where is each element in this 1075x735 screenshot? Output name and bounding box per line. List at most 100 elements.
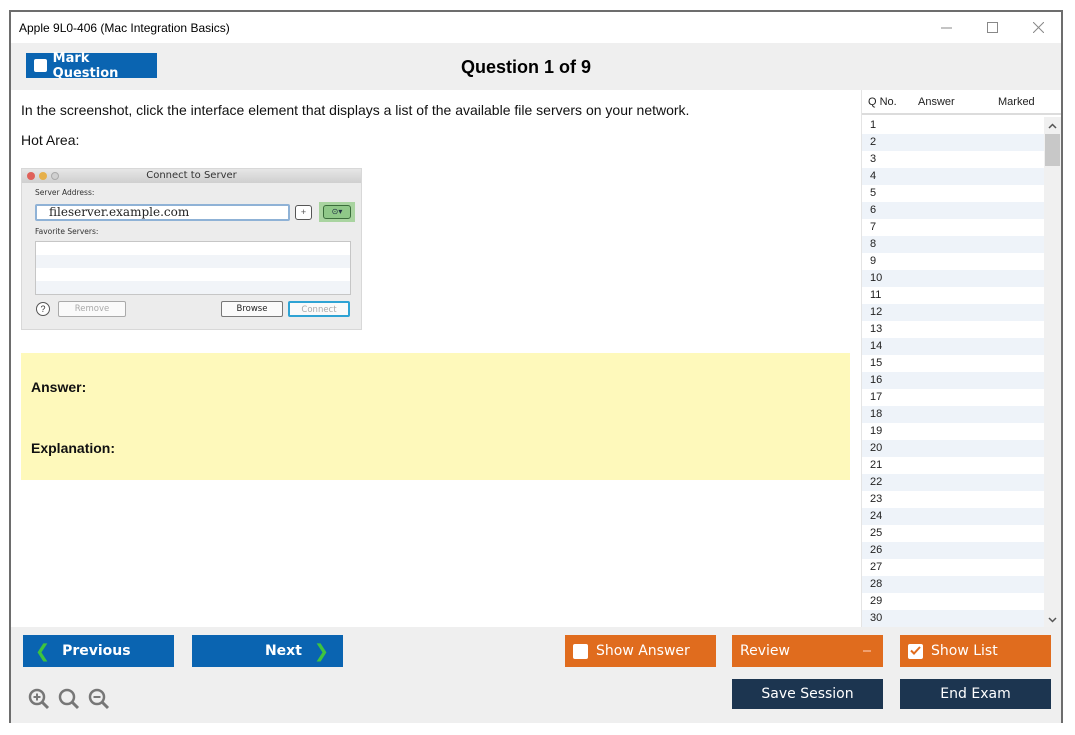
previous-button[interactable]: ❮ Previous [23,635,174,667]
question-list-row[interactable]: 5 [862,185,1045,202]
next-label: Next [264,643,302,659]
question-list-row[interactable]: 30 [862,610,1045,627]
question-list-row[interactable]: 14 [862,338,1045,355]
show-list-button[interactable]: Show List [900,635,1051,667]
dialog-title: Connect to Server [146,170,237,181]
chevron-up-icon [1048,116,1057,134]
bottom-toolbar: ❮ Previous Next ❯ Show Answer Review Sho… [11,627,1061,723]
close-light-icon [27,172,35,180]
question-list-panel: Q No. Answer Marked 1 2 3 4 5 6 7 8 9 10 11 12 13 14 1… [861,90,1061,627]
title-bar: Apple 9L0-406 (Mac Integration Basics) [11,12,1061,43]
zoom-reset-icon[interactable] [57,687,81,716]
show-answer-checkbox[interactable] [573,643,588,659]
zoom-out-icon[interactable] [87,687,111,716]
zoom-in-icon[interactable] [27,687,51,716]
dialog-titlebar: Connect to Server [22,169,361,183]
question-list-row[interactable]: 18 [862,406,1045,423]
question-list-row[interactable]: 23 [862,491,1045,508]
chevron-right-icon: ❯ [313,640,329,662]
next-button[interactable]: Next ❯ [192,635,343,667]
previous-label: Previous [62,643,131,659]
question-list-header: Q No. Answer Marked [862,90,1061,115]
question-list-scrollbar[interactable] [1044,117,1061,627]
question-list-row[interactable]: 11 [862,287,1045,304]
column-qno: Q No. [868,95,897,108]
question-list-row[interactable]: 26 [862,542,1045,559]
question-list-row[interactable]: 20 [862,440,1045,457]
favorite-servers-list[interactable] [35,241,351,295]
question-list-rows: 1 2 3 4 5 6 7 8 9 10 11 12 13 14 15 16 17 18 19 20 21 22 23 24 2… [862,117,1045,627]
question-list-row[interactable]: 12 [862,304,1045,321]
question-counter: Question 1 of 9 [460,57,592,77]
checkmark-icon [910,643,921,659]
show-answer-label: Show Answer [596,643,690,659]
question-list-row[interactable]: 22 [862,474,1045,491]
save-session-button[interactable]: Save Session [732,679,883,709]
question-list-row[interactable]: 19 [862,423,1045,440]
maximize-icon [986,22,998,33]
question-list-row[interactable]: 28 [862,576,1045,593]
question-list-row[interactable]: 21 [862,457,1045,474]
show-answer-button[interactable]: Show Answer [565,635,716,667]
zoom-controls [27,687,111,716]
question-list-row[interactable]: 16 [862,372,1045,389]
add-favorite-button[interactable]: + [295,205,312,220]
window-title: Apple 9L0-406 (Mac Integration Basics) [19,20,230,35]
dropdown-icon [863,650,871,652]
question-list-row[interactable]: 27 [862,559,1045,576]
connect-button[interactable]: Connect [288,301,350,317]
question-list-row[interactable]: 1 [862,117,1045,134]
scroll-thumb[interactable] [1045,134,1060,166]
server-address-label: Server Address: [35,188,95,197]
review-dropdown[interactable]: Review [732,635,883,667]
favorite-servers-label: Favorite Servers: [35,227,99,236]
minimize-light-icon [39,172,47,180]
hot-area-image: Connect to Server Server Address: filese… [21,168,362,330]
minimize-icon [940,22,952,33]
answer-label: Answer: [31,379,87,395]
question-list-row[interactable]: 7 [862,219,1045,236]
question-text: In the screenshot, click the interface e… [21,102,690,118]
scroll-down-button[interactable] [1044,611,1061,627]
question-list-row[interactable]: 8 [862,236,1045,253]
question-list-row[interactable]: 3 [862,151,1045,168]
question-list-row[interactable]: 29 [862,593,1045,610]
close-button[interactable] [1015,12,1061,43]
review-label: Review [740,643,790,659]
chevron-left-icon: ❮ [35,640,51,662]
show-list-checkbox[interactable] [908,643,923,659]
question-content: In the screenshot, click the interface e… [11,90,860,627]
recent-servers-menu-icon: ⊙▾ [323,205,351,219]
scroll-up-button[interactable] [1044,117,1061,133]
question-list-row[interactable]: 13 [862,321,1045,338]
minimize-button[interactable] [923,12,969,43]
question-list-row[interactable]: 25 [862,525,1045,542]
explanation-label: Explanation: [31,440,116,456]
column-marked: Marked [998,95,1035,108]
window-controls [923,12,1061,43]
recent-servers-hotspot[interactable]: ⊙▾ [319,202,355,222]
end-exam-button[interactable]: End Exam [900,679,1051,709]
hot-area-label: Hot Area: [21,132,80,148]
maximize-button[interactable] [969,12,1015,43]
help-button[interactable]: ? [36,302,50,316]
chevron-down-icon [1048,610,1057,628]
question-list-row[interactable]: 17 [862,389,1045,406]
close-icon [1032,22,1044,33]
remove-button[interactable]: Remove [58,301,126,317]
answer-panel: Answer: Explanation: [21,353,850,480]
question-list-row[interactable]: 6 [862,202,1045,219]
browse-button[interactable]: Browse [221,301,283,317]
question-list-row[interactable]: 10 [862,270,1045,287]
column-answer: Answer [918,95,955,108]
question-list-row[interactable]: 15 [862,355,1045,372]
question-list-row[interactable]: 9 [862,253,1045,270]
traffic-lights [27,172,59,180]
show-list-label: Show List [931,643,998,659]
question-list-row[interactable]: 2 [862,134,1045,151]
question-list-row[interactable]: 24 [862,508,1045,525]
app-window: Apple 9L0-406 (Mac Integration Basics) M… [9,10,1063,723]
question-list-row[interactable]: 4 [862,168,1045,185]
question-header: Mark Question Question 1 of 9 [11,43,1061,90]
server-address-field[interactable]: fileserver.example.com [35,204,290,221]
